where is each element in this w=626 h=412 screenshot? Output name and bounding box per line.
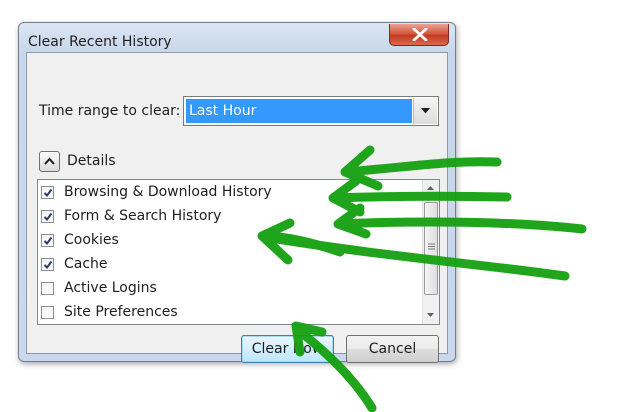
history-items-list: Browsing & Download History Form & Searc…	[37, 179, 440, 325]
list-item-site-preferences[interactable]: Site Preferences	[41, 301, 411, 325]
chevron-down-icon	[421, 108, 430, 114]
close-button[interactable]	[389, 24, 449, 46]
cache-checkbox[interactable]	[41, 258, 54, 271]
active-logins-checkbox[interactable]	[41, 282, 54, 295]
scroll-down-arrow-icon	[427, 313, 434, 317]
cancel-button[interactable]: Cancel	[346, 335, 439, 363]
scroll-up-arrow-icon	[427, 186, 434, 190]
item-label: Site Preferences	[64, 304, 178, 320]
dialog-body: Time range to clear: Last Hour Details B…	[26, 52, 448, 363]
list-item-browsing-download-history[interactable]: Browsing & Download History	[41, 181, 411, 205]
checkmark-icon	[43, 188, 53, 198]
time-range-dropdown[interactable]: Last Hour	[183, 96, 439, 126]
grip-icon	[428, 243, 435, 250]
list-item-form-search-history[interactable]: Form & Search History	[41, 205, 411, 229]
list-scrollbar[interactable]	[422, 180, 439, 324]
details-label: Details	[67, 153, 116, 169]
form-history-checkbox[interactable]	[41, 210, 54, 223]
details-toggle-button[interactable]	[39, 151, 60, 172]
cookies-checkbox[interactable]	[41, 234, 54, 247]
window-title: Clear Recent History	[28, 34, 172, 50]
chevron-up-icon	[44, 157, 55, 165]
time-range-label: Time range to clear:	[39, 103, 181, 119]
checkmark-icon	[43, 260, 53, 270]
checkmark-icon	[43, 236, 53, 246]
checkmark-icon	[43, 212, 53, 222]
time-range-selected-value[interactable]: Last Hour	[186, 99, 412, 123]
scroll-up-button[interactable]	[423, 180, 439, 197]
clear-history-dialog: Clear Recent History Time range to clear…	[18, 22, 456, 363]
item-label: Browsing & Download History	[64, 184, 272, 200]
item-label: Cookies	[64, 232, 119, 248]
close-x-icon	[412, 28, 428, 41]
browsing-history-checkbox[interactable]	[41, 186, 54, 199]
scroll-thumb[interactable]	[424, 202, 438, 295]
site-preferences-checkbox[interactable]	[41, 306, 54, 319]
list-item-cache[interactable]: Cache	[41, 253, 411, 277]
item-label: Active Logins	[64, 280, 157, 296]
item-label: Form & Search History	[64, 208, 222, 224]
scroll-down-button[interactable]	[423, 307, 439, 324]
screenshot-stage: Clear Recent History Time range to clear…	[0, 0, 626, 412]
dropdown-button[interactable]	[413, 98, 437, 124]
item-label: Cache	[64, 256, 108, 272]
clear-now-button[interactable]: Clear Now	[241, 335, 334, 363]
list-item-cookies[interactable]: Cookies	[41, 229, 411, 253]
list-item-active-logins[interactable]: Active Logins	[41, 277, 411, 301]
